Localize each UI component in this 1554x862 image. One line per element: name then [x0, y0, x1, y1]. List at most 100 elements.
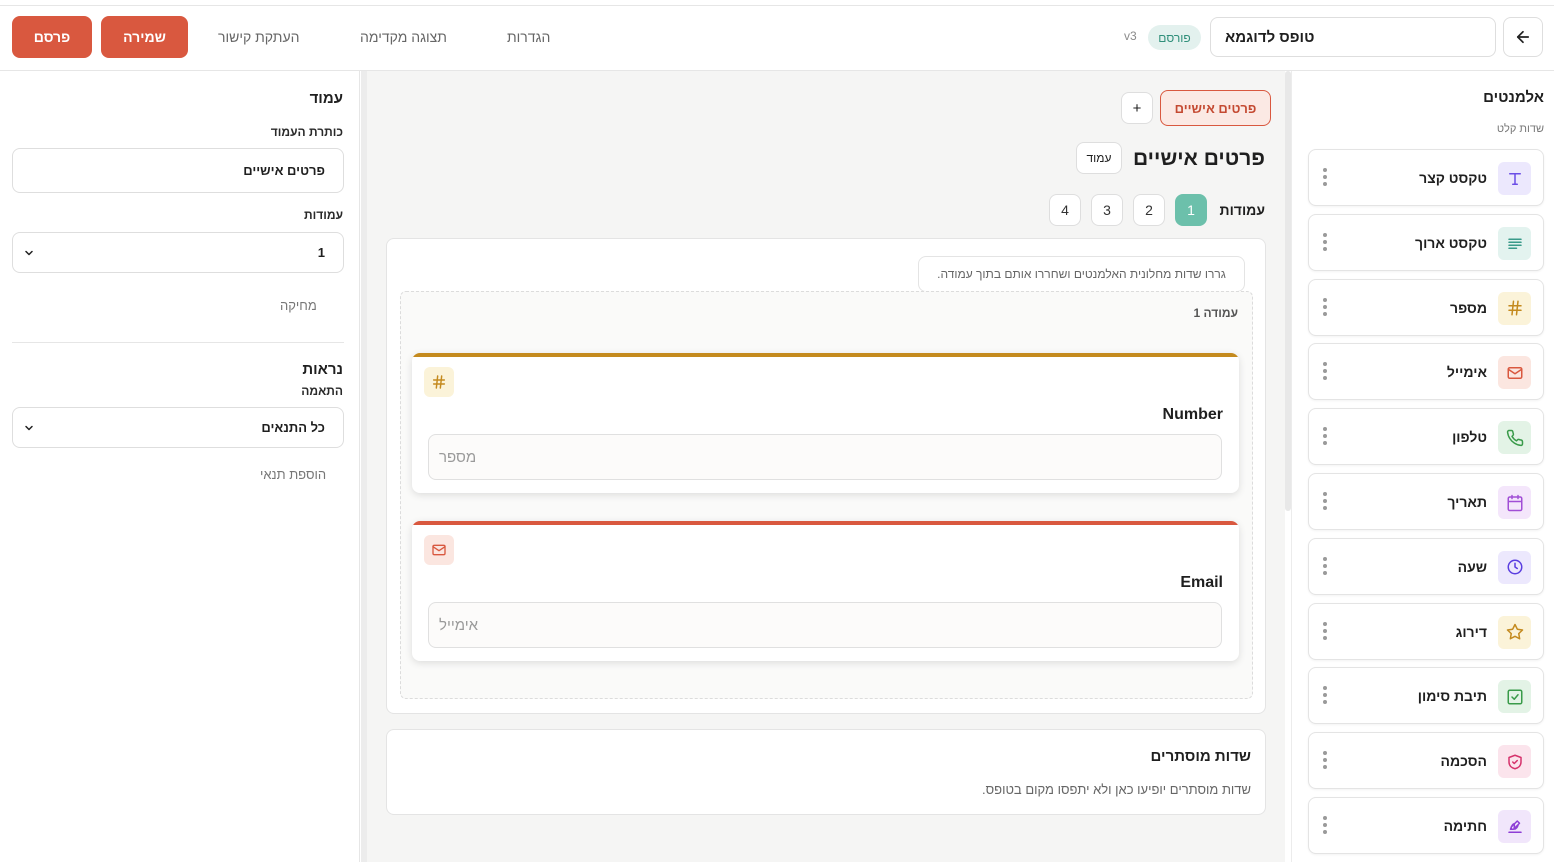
form-canvas: פרטים אישיים + פרטים אישיים עמוד עמודות …: [361, 71, 1285, 862]
add-condition-button[interactable]: הוספת תנאי: [260, 467, 326, 482]
number-input[interactable]: מספר: [428, 434, 1222, 480]
match-label: התאמה: [301, 384, 343, 398]
star-icon: [1498, 615, 1531, 649]
status-badge: פורסם: [1148, 25, 1201, 50]
element-label: טקסט ארוך: [1415, 234, 1487, 251]
element-item-5[interactable]: תאריך: [1308, 473, 1544, 530]
columns-label: עמודות: [304, 208, 343, 222]
element-label: תיבת סימון: [1417, 688, 1487, 705]
columns-label: עמודות: [1219, 202, 1265, 218]
hidden-fields-title: שדות מוסתרים: [1150, 748, 1251, 765]
column-name: עמודה 1: [1193, 306, 1238, 320]
page-title-label: כותרת העמוד: [270, 125, 343, 139]
field-accent: [412, 521, 1239, 525]
arrow-right-icon: [1516, 30, 1530, 44]
column-option-2[interactable]: 2: [1133, 194, 1165, 226]
element-label: שעה: [1457, 558, 1487, 575]
drag-handle-icon[interactable]: [1319, 362, 1327, 382]
shield-icon: [1498, 745, 1531, 779]
publish-button[interactable]: פרסם: [12, 16, 92, 58]
columns-select-value: 1: [317, 245, 325, 260]
column-option-3[interactable]: 3: [1091, 194, 1123, 226]
drag-handle-icon[interactable]: [1319, 816, 1327, 836]
page-card: גררו שדות מחלונית האלמנטים ושחררו אותם ב…: [386, 238, 1266, 714]
save-button[interactable]: שמירה: [101, 16, 188, 58]
form-title-input[interactable]: טופס לדוגמא: [1210, 17, 1496, 57]
page-title: פרטים אישיים: [1132, 147, 1265, 170]
version-label: v3: [1124, 29, 1137, 43]
hash-icon: [1498, 291, 1531, 325]
page-title-field[interactable]: פרטים אישיים: [12, 148, 344, 193]
drag-handle-icon[interactable]: [1319, 556, 1327, 577]
element-item-10[interactable]: חתימה: [1308, 797, 1544, 854]
element-item-6[interactable]: שעה: [1308, 537, 1544, 595]
preview-link[interactable]: תצוגה מקדימה: [360, 29, 447, 45]
element-label: תאריך: [1447, 494, 1487, 510]
drag-handle-icon[interactable]: [1319, 751, 1327, 771]
phone-icon: [1498, 421, 1531, 455]
page-title-value: פרטים אישיים: [243, 163, 325, 178]
paragraph-icon: [1498, 226, 1531, 260]
mail-icon: [424, 535, 454, 565]
element-item-0[interactable]: טקסט קצר: [1308, 149, 1544, 206]
element-item-2[interactable]: מספר: [1308, 278, 1544, 336]
hash-icon: [424, 367, 454, 397]
settings-link[interactable]: הגדרות: [507, 29, 550, 45]
element-item-3[interactable]: אימייל: [1308, 343, 1544, 401]
element-label: טקסט קצר: [1419, 170, 1487, 186]
page-tab-personal[interactable]: פרטים אישיים: [1160, 90, 1271, 126]
field-label: Email: [1180, 574, 1223, 591]
drag-handle-icon[interactable]: [1319, 232, 1327, 253]
chevron-down-icon: [25, 250, 33, 255]
field-card-email[interactable]: Email אימייל: [412, 521, 1239, 661]
field-label: Number: [1162, 406, 1223, 423]
visibility-heading: נראות: [302, 361, 343, 378]
drag-handle-icon[interactable]: [1319, 427, 1327, 447]
calendar-icon: [1498, 486, 1531, 519]
columns-select[interactable]: 1: [12, 232, 344, 273]
divider: [12, 342, 344, 343]
page-settings-panel: עמוד כותרת העמוד פרטים אישיים עמודות 1 מ…: [0, 71, 360, 862]
element-label: הסכמה: [1440, 753, 1487, 770]
match-select-value: כל התנאים: [261, 420, 325, 435]
element-item-9[interactable]: הסכמה: [1308, 732, 1544, 790]
email-input[interactable]: אימייל: [428, 602, 1222, 648]
page-type-badge[interactable]: עמוד: [1076, 142, 1122, 174]
elements-title: אלמנטים: [1483, 89, 1544, 106]
delete-page-button[interactable]: מחיקה: [280, 298, 317, 313]
field-card-number[interactable]: Number מספר: [412, 353, 1239, 493]
checkbox-icon: [1498, 680, 1531, 714]
element-label: אימייל: [1446, 364, 1487, 381]
back-button[interactable]: [1503, 17, 1543, 57]
add-page-button[interactable]: +: [1121, 92, 1153, 124]
element-label: טלפון: [1452, 429, 1487, 446]
chevron-down-icon: [25, 425, 33, 430]
drag-handle-icon[interactable]: [1319, 621, 1327, 642]
element-label: חתימה: [1443, 818, 1487, 834]
element-label: מספר: [1450, 299, 1487, 316]
element-item-7[interactable]: דירוג: [1308, 602, 1544, 660]
clock-icon: [1498, 550, 1531, 584]
elements-panel: אלמנטים שדות קלט טקסט קצר טקסט ארוך מספר אי…: [1291, 71, 1554, 862]
drop-hint: גררו שדות מחלונית האלמנטים ושחררו אותם ב…: [918, 256, 1245, 292]
field-accent: [412, 353, 1239, 357]
copy-link-button[interactable]: העתקת קישור: [218, 29, 299, 45]
match-select[interactable]: כל התנאים: [12, 407, 344, 448]
text-icon: [1498, 162, 1531, 195]
elements-subtitle: שדות קלט: [1496, 123, 1544, 135]
drag-handle-icon[interactable]: [1319, 686, 1327, 706]
drag-handle-icon[interactable]: [1319, 492, 1327, 512]
column-option-4[interactable]: 4: [1049, 194, 1081, 226]
drag-handle-icon[interactable]: [1319, 297, 1327, 318]
column-drop-zone[interactable]: עמודה 1 Number מספר Email אימייל: [400, 291, 1253, 699]
hidden-fields-desc: שדות מוסתרים יופיעו כאן ולא יתפסו מקום ב…: [982, 782, 1251, 797]
panel-heading: עמוד: [309, 90, 343, 107]
top-bar: טופס לדוגמא פורסם v3 הגדרות תצוגה מקדימה…: [0, 6, 1554, 71]
element-item-8[interactable]: תיבת סימון: [1308, 667, 1544, 725]
element-item-4[interactable]: טלפון: [1308, 408, 1544, 466]
drag-handle-icon[interactable]: [1319, 168, 1327, 188]
element-item-1[interactable]: טקסט ארוך: [1308, 213, 1544, 271]
mail-icon: [1498, 356, 1531, 390]
element-label: דירוג: [1455, 623, 1487, 640]
column-option-1[interactable]: 1: [1175, 194, 1207, 226]
